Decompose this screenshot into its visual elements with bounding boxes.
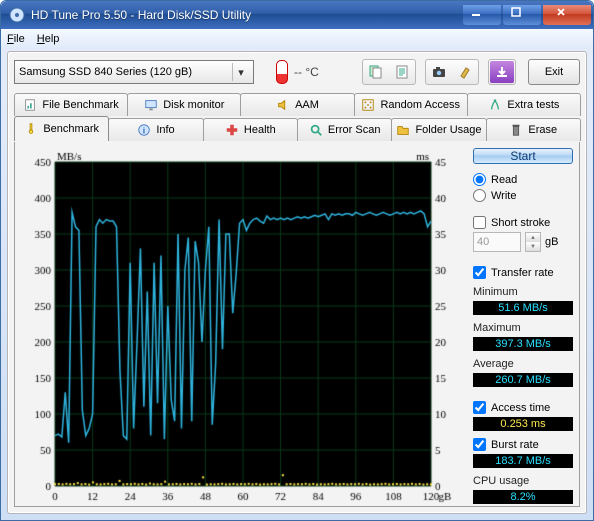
start-button[interactable]: Start xyxy=(473,148,573,164)
copy-info-button[interactable] xyxy=(364,61,388,83)
short-stroke-spinner[interactable]: ▲▼ xyxy=(525,232,541,252)
svg-text:i: i xyxy=(143,127,145,136)
tab-disk-monitor[interactable]: Disk monitor xyxy=(127,93,241,116)
transfer-rate-checkbox[interactable]: Transfer rate xyxy=(473,266,573,279)
tab-extra-tests[interactable]: Extra tests xyxy=(467,93,581,116)
chevron-down-icon: ▾ xyxy=(232,63,249,81)
read-radio[interactable]: Read xyxy=(473,173,573,186)
window-title: HD Tune Pro 5.50 - Hard Disk/SSD Utility xyxy=(31,8,463,22)
maximize-button[interactable] xyxy=(503,5,541,25)
average-value: 260.7MB/s xyxy=(473,373,573,387)
tab-erase[interactable]: Erase xyxy=(486,118,581,141)
cpu-usage-value: 8.2% xyxy=(473,490,573,504)
tab-info[interactable]: iInfo xyxy=(108,118,203,141)
write-radio[interactable]: Write xyxy=(473,189,573,202)
save-button[interactable] xyxy=(490,61,514,83)
temperature-readout: -- °C xyxy=(276,60,319,84)
settings-button[interactable] xyxy=(453,61,477,83)
copy-text-button[interactable] xyxy=(390,61,414,83)
burst-rate-value: 183.7MB/s xyxy=(473,454,573,468)
close-button[interactable] xyxy=(543,5,591,25)
burst-rate-checkbox[interactable]: Burst rate xyxy=(473,438,573,451)
tab-health[interactable]: Health xyxy=(203,118,298,141)
minimum-label: Minimum xyxy=(473,286,573,298)
titlebar: HD Tune Pro 5.50 - Hard Disk/SSD Utility xyxy=(1,1,593,29)
tab-error-scan[interactable]: Error Scan xyxy=(297,118,392,141)
access-time-checkbox[interactable]: Access time xyxy=(473,401,573,414)
short-stroke-checkbox[interactable]: Short stroke xyxy=(473,216,573,229)
benchmark-chart xyxy=(21,148,467,500)
tab-folder-usage[interactable]: Folder Usage xyxy=(391,118,486,141)
maximum-value: 397.3MB/s xyxy=(473,337,573,351)
cpu-usage-label: CPU usage xyxy=(473,475,573,487)
tab-random-access[interactable]: Random Access xyxy=(354,93,468,116)
average-label: Average xyxy=(473,358,573,370)
menubar: File Help xyxy=(1,29,593,49)
tab-aam[interactable]: AAM xyxy=(240,93,354,116)
toolbar: Samsung SSD 840 Series (120 gB) ▾ -- °C … xyxy=(8,52,586,92)
tab-panel-benchmark: Start Read Write Short stroke 40 ▲▼ gB T… xyxy=(14,142,580,507)
drive-select[interactable]: Samsung SSD 840 Series (120 gB) ▾ xyxy=(14,60,254,84)
tabs-row-lower: BenchmarkiInfoHealthError ScanFolder Usa… xyxy=(8,116,586,141)
access-time-value: 0.253ms xyxy=(473,417,573,431)
side-panel: Start Read Write Short stroke 40 ▲▼ gB T… xyxy=(473,148,573,500)
screenshot-button[interactable] xyxy=(427,61,451,83)
menu-help[interactable]: Help xyxy=(37,33,60,45)
tab-file-benchmark[interactable]: File Benchmark xyxy=(14,93,128,116)
tabs-row-upper: File BenchmarkDisk monitorAAMRandom Acce… xyxy=(8,92,586,116)
thermometer-icon xyxy=(276,60,288,84)
minimize-button[interactable] xyxy=(463,5,501,25)
drive-select-value: Samsung SSD 840 Series (120 gB) xyxy=(19,66,192,78)
app-icon xyxy=(9,7,25,23)
tab-benchmark[interactable]: Benchmark xyxy=(14,116,109,141)
menu-file[interactable]: File xyxy=(7,33,25,45)
maximum-label: Maximum xyxy=(473,322,573,334)
exit-button[interactable]: Exit xyxy=(528,59,580,85)
short-stroke-value[interactable]: 40 xyxy=(473,232,521,252)
minimum-value: 51.6MB/s xyxy=(473,301,573,315)
